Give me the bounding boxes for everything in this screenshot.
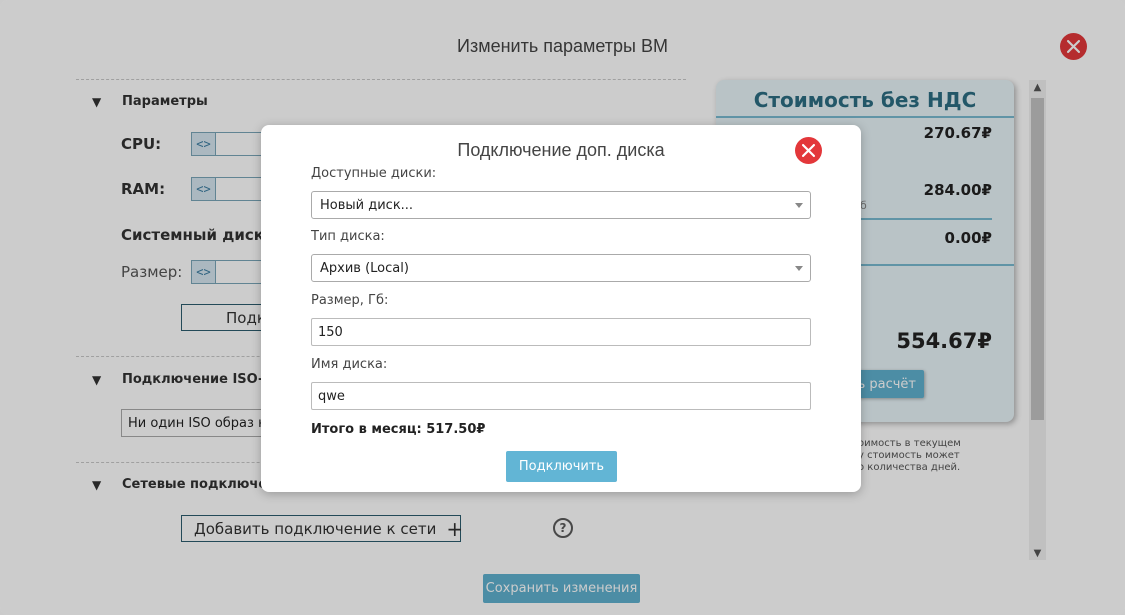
connect-button-label: Подключить	[518, 459, 605, 474]
disk-type-value: Архив (Local)	[320, 260, 409, 276]
size-gb-label: Размер, Гб:	[311, 293, 389, 308]
available-disks-label: Доступные диски:	[311, 166, 437, 181]
attach-disk-dialog: Подключение доп. диска Доступные диски: …	[261, 125, 861, 492]
dialog-close-button[interactable]	[795, 137, 822, 164]
disk-type-select[interactable]: Архив (Local)	[311, 254, 811, 282]
dropdown-caret-icon	[795, 203, 803, 208]
close-icon	[802, 144, 815, 157]
dialog-title: Подключение доп. диска	[457, 140, 665, 160]
disk-name-label: Имя диска:	[311, 357, 388, 372]
size-gb-input[interactable]	[311, 318, 811, 346]
connect-button[interactable]: Подключить	[506, 451, 617, 482]
monthly-total: Итого в месяц: 517.50₽	[311, 422, 486, 437]
dropdown-caret-icon	[795, 266, 803, 271]
available-disks-value: Новый диск...	[320, 197, 414, 213]
disk-type-label: Тип диска:	[311, 229, 385, 244]
available-disks-select[interactable]: Новый диск...	[311, 191, 811, 219]
disk-name-input[interactable]	[311, 382, 811, 410]
